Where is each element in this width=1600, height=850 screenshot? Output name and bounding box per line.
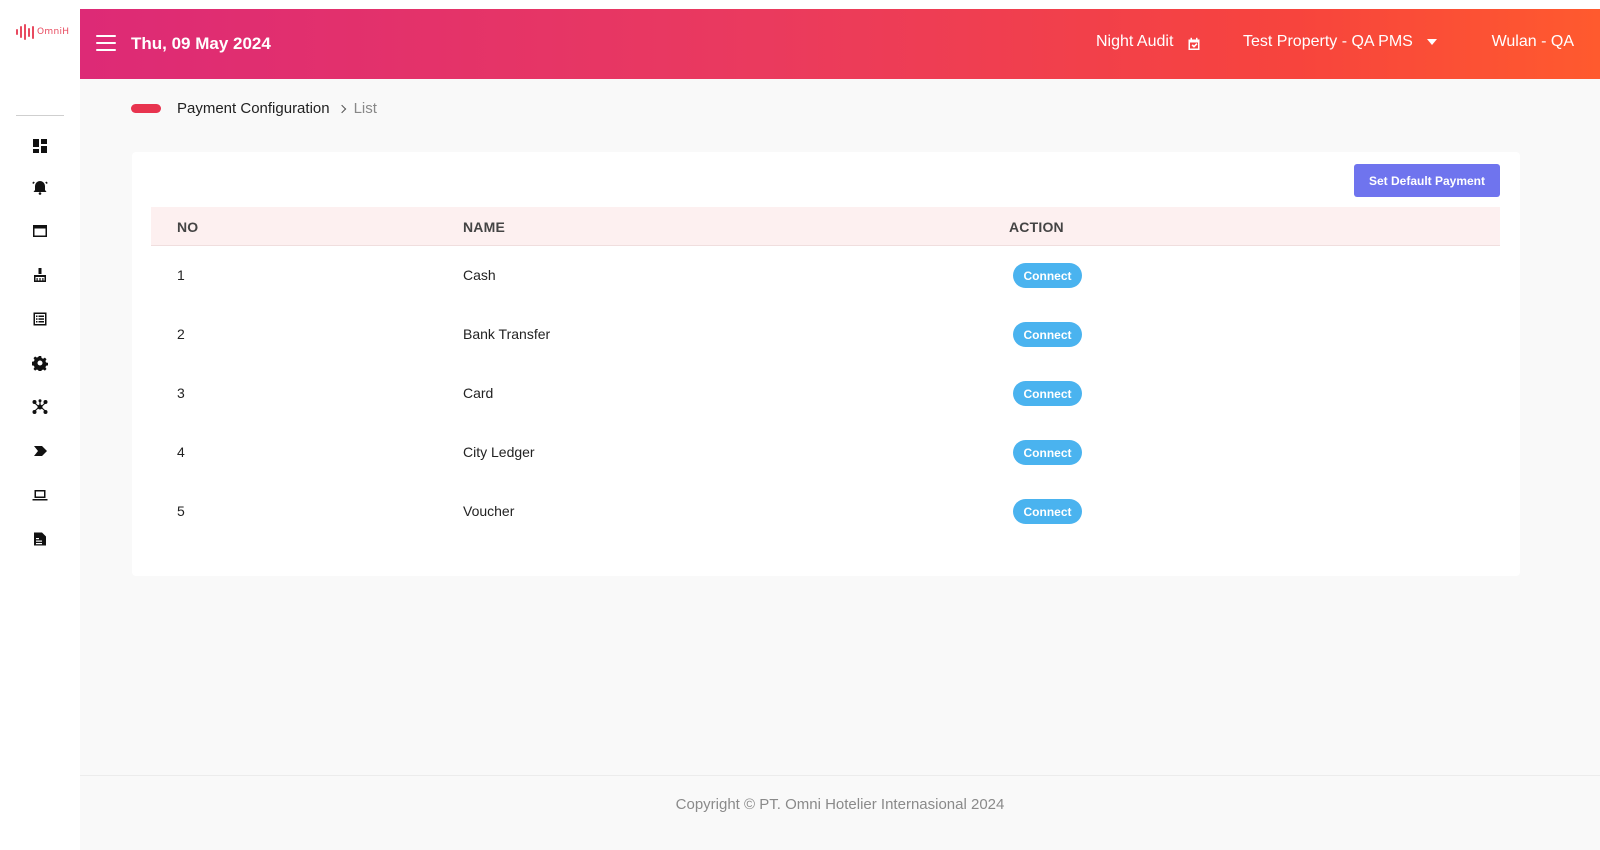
table-row: 3 Card Connect — [151, 364, 1500, 423]
window-icon[interactable] — [31, 222, 49, 240]
copyright-text: Copyright © PT. Omni Hotelier Internasio… — [675, 796, 1005, 813]
table-header: NO NAME ACTION — [151, 207, 1500, 246]
night-audit-label: Night Audit — [1096, 33, 1174, 50]
business-date: Thu, 09 May 2024 — [131, 34, 271, 53]
connect-button[interactable]: Connect — [1013, 322, 1082, 347]
sidebar: OmniH — [0, 0, 80, 850]
breadcrumb-current: List — [353, 100, 377, 117]
row-name: Bank Transfer — [463, 326, 551, 342]
top-bar: Thu, 09 May 2024 Night Audit Test Proper… — [80, 9, 1600, 79]
property-selector[interactable]: Test Property - QA PMS — [1243, 33, 1437, 51]
payment-table: NO NAME ACTION 1 Cash Connect 2 Bank Tra… — [151, 207, 1500, 541]
list-icon[interactable] — [31, 310, 49, 328]
sidebar-divider — [16, 115, 64, 116]
connect-button[interactable]: Connect — [1013, 499, 1082, 524]
row-no: 3 — [177, 385, 185, 401]
connect-button[interactable]: Connect — [1013, 440, 1082, 465]
breadcrumb-payment-configuration[interactable]: Payment Configuration — [177, 100, 330, 117]
logo-text: OmniH — [37, 27, 70, 37]
dashboard-icon[interactable] — [31, 137, 49, 155]
column-header-no: NO — [177, 219, 199, 235]
calendar-check-icon — [1188, 37, 1200, 50]
laptop-icon[interactable] — [31, 486, 49, 504]
omnih-logo[interactable]: OmniH — [16, 24, 69, 40]
breadcrumb-accent-pill — [131, 104, 161, 113]
footer: Copyright © PT. Omni Hotelier Internasio… — [80, 775, 1600, 850]
table-row: 2 Bank Transfer Connect — [151, 305, 1500, 364]
column-header-action: ACTION — [1009, 219, 1064, 235]
breadcrumb: Payment Configuration List — [131, 100, 377, 117]
row-no: 2 — [177, 326, 185, 342]
row-name: Cash — [463, 267, 496, 283]
gear-icon[interactable] — [31, 354, 49, 372]
payment-list-card: Set Default Payment NO NAME ACTION 1 Cas… — [132, 152, 1520, 576]
row-no: 4 — [177, 444, 185, 460]
main-content: Payment Configuration List Set Default P… — [80, 79, 1600, 795]
row-no: 5 — [177, 503, 185, 519]
row-no: 1 — [177, 267, 185, 283]
chevron-right-icon — [337, 104, 346, 113]
housekeeping-icon[interactable] — [31, 266, 49, 284]
connect-button[interactable]: Connect — [1013, 263, 1082, 288]
logo-mark-icon — [16, 24, 34, 40]
property-name: Test Property - QA PMS — [1243, 33, 1413, 50]
night-audit-button[interactable]: Night Audit — [1096, 33, 1201, 51]
report-icon[interactable] — [31, 530, 49, 548]
row-name: Card — [463, 385, 494, 401]
network-icon[interactable] — [31, 398, 49, 416]
table-row: 5 Voucher Connect — [151, 482, 1500, 541]
table-row: 4 City Ledger Connect — [151, 423, 1500, 482]
alarm-icon[interactable] — [31, 178, 49, 196]
connect-button[interactable]: Connect — [1013, 381, 1082, 406]
label-icon[interactable] — [31, 442, 49, 460]
row-name: City Ledger — [463, 444, 535, 460]
set-default-payment-button[interactable]: Set Default Payment — [1354, 164, 1500, 197]
column-header-name: NAME — [463, 219, 506, 235]
caret-down-icon — [1426, 39, 1437, 45]
table-row: 1 Cash Connect — [151, 246, 1500, 305]
hamburger-menu-icon[interactable] — [96, 35, 116, 51]
user-menu[interactable]: Wulan - QA — [1492, 33, 1574, 51]
row-name: Voucher — [463, 503, 515, 519]
